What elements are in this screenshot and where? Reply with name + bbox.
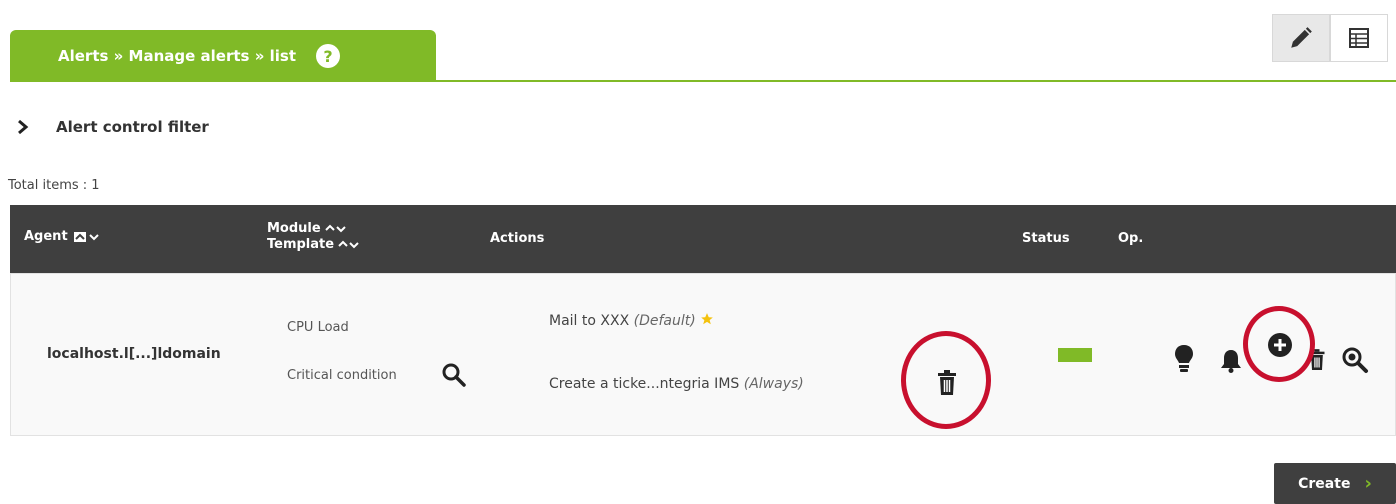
total-items: Total items : 1: [8, 178, 100, 193]
template-name: Critical condition: [287, 368, 397, 383]
table-header: Agent Module Template Actions Status Op.: [10, 205, 1396, 273]
sort-active-icon[interactable]: [73, 231, 86, 242]
star-icon: [701, 313, 713, 325]
pencil-icon: [1291, 27, 1312, 48]
action-item: Create a ticke...ntegria IMS (Always): [549, 376, 804, 392]
template-header-label: Template: [267, 237, 335, 252]
filter-label: Alert control filter: [56, 118, 209, 136]
lightbulb-icon[interactable]: [1173, 344, 1195, 374]
module-template-header: Module Template: [267, 221, 360, 253]
create-label: Create: [1298, 475, 1351, 492]
create-button[interactable]: Create ›: [1274, 463, 1396, 504]
zoom-icon[interactable]: [1341, 346, 1369, 374]
sort-updown-icon[interactable]: [338, 240, 360, 250]
action-name: Create a ticke...ntegria IMS: [549, 376, 740, 392]
help-icon[interactable]: ?: [316, 44, 340, 68]
tab-underline: [10, 80, 1396, 82]
sort-down-icon[interactable]: [88, 232, 100, 242]
page-title: Alerts » Manage alerts » list: [58, 47, 296, 65]
agent-header-label: Agent: [24, 229, 68, 244]
module-name: CPU Load: [287, 320, 349, 335]
module-header-label: Module: [267, 221, 321, 236]
op-header: Op.: [1118, 231, 1144, 246]
chevron-right-icon: [18, 119, 29, 135]
action-name: Mail to XXX: [549, 313, 630, 329]
arrow-right-icon: ›: [1364, 473, 1372, 494]
bell-icon[interactable]: [1219, 348, 1243, 374]
table-row: localhost.l[...]ldomain CPU Load Critica…: [10, 273, 1396, 436]
view-switcher: [1272, 14, 1392, 62]
breadcrumb-tab: Alerts » Manage alerts » list ?: [10, 30, 436, 82]
edit-view-button[interactable]: [1272, 14, 1330, 62]
table-icon: [1349, 28, 1369, 48]
sort-updown-icon[interactable]: [324, 224, 347, 234]
alert-control-filter[interactable]: Alert control filter: [16, 118, 209, 136]
highlight-circle: [901, 331, 991, 429]
status-header: Status: [1022, 231, 1070, 246]
search-icon[interactable]: [441, 362, 467, 388]
action-qualifier: (Default): [633, 313, 696, 329]
agent-header[interactable]: Agent: [24, 229, 100, 244]
table-view-button[interactable]: [1330, 14, 1388, 62]
action-item: Mail to XXX (Default): [549, 312, 714, 329]
actions-header: Actions: [490, 231, 545, 246]
highlight-circle: [1243, 306, 1315, 382]
agent-name[interactable]: localhost.l[...]ldomain: [47, 346, 221, 362]
status-indicator: [1058, 348, 1092, 362]
action-qualifier: (Always): [743, 376, 804, 392]
